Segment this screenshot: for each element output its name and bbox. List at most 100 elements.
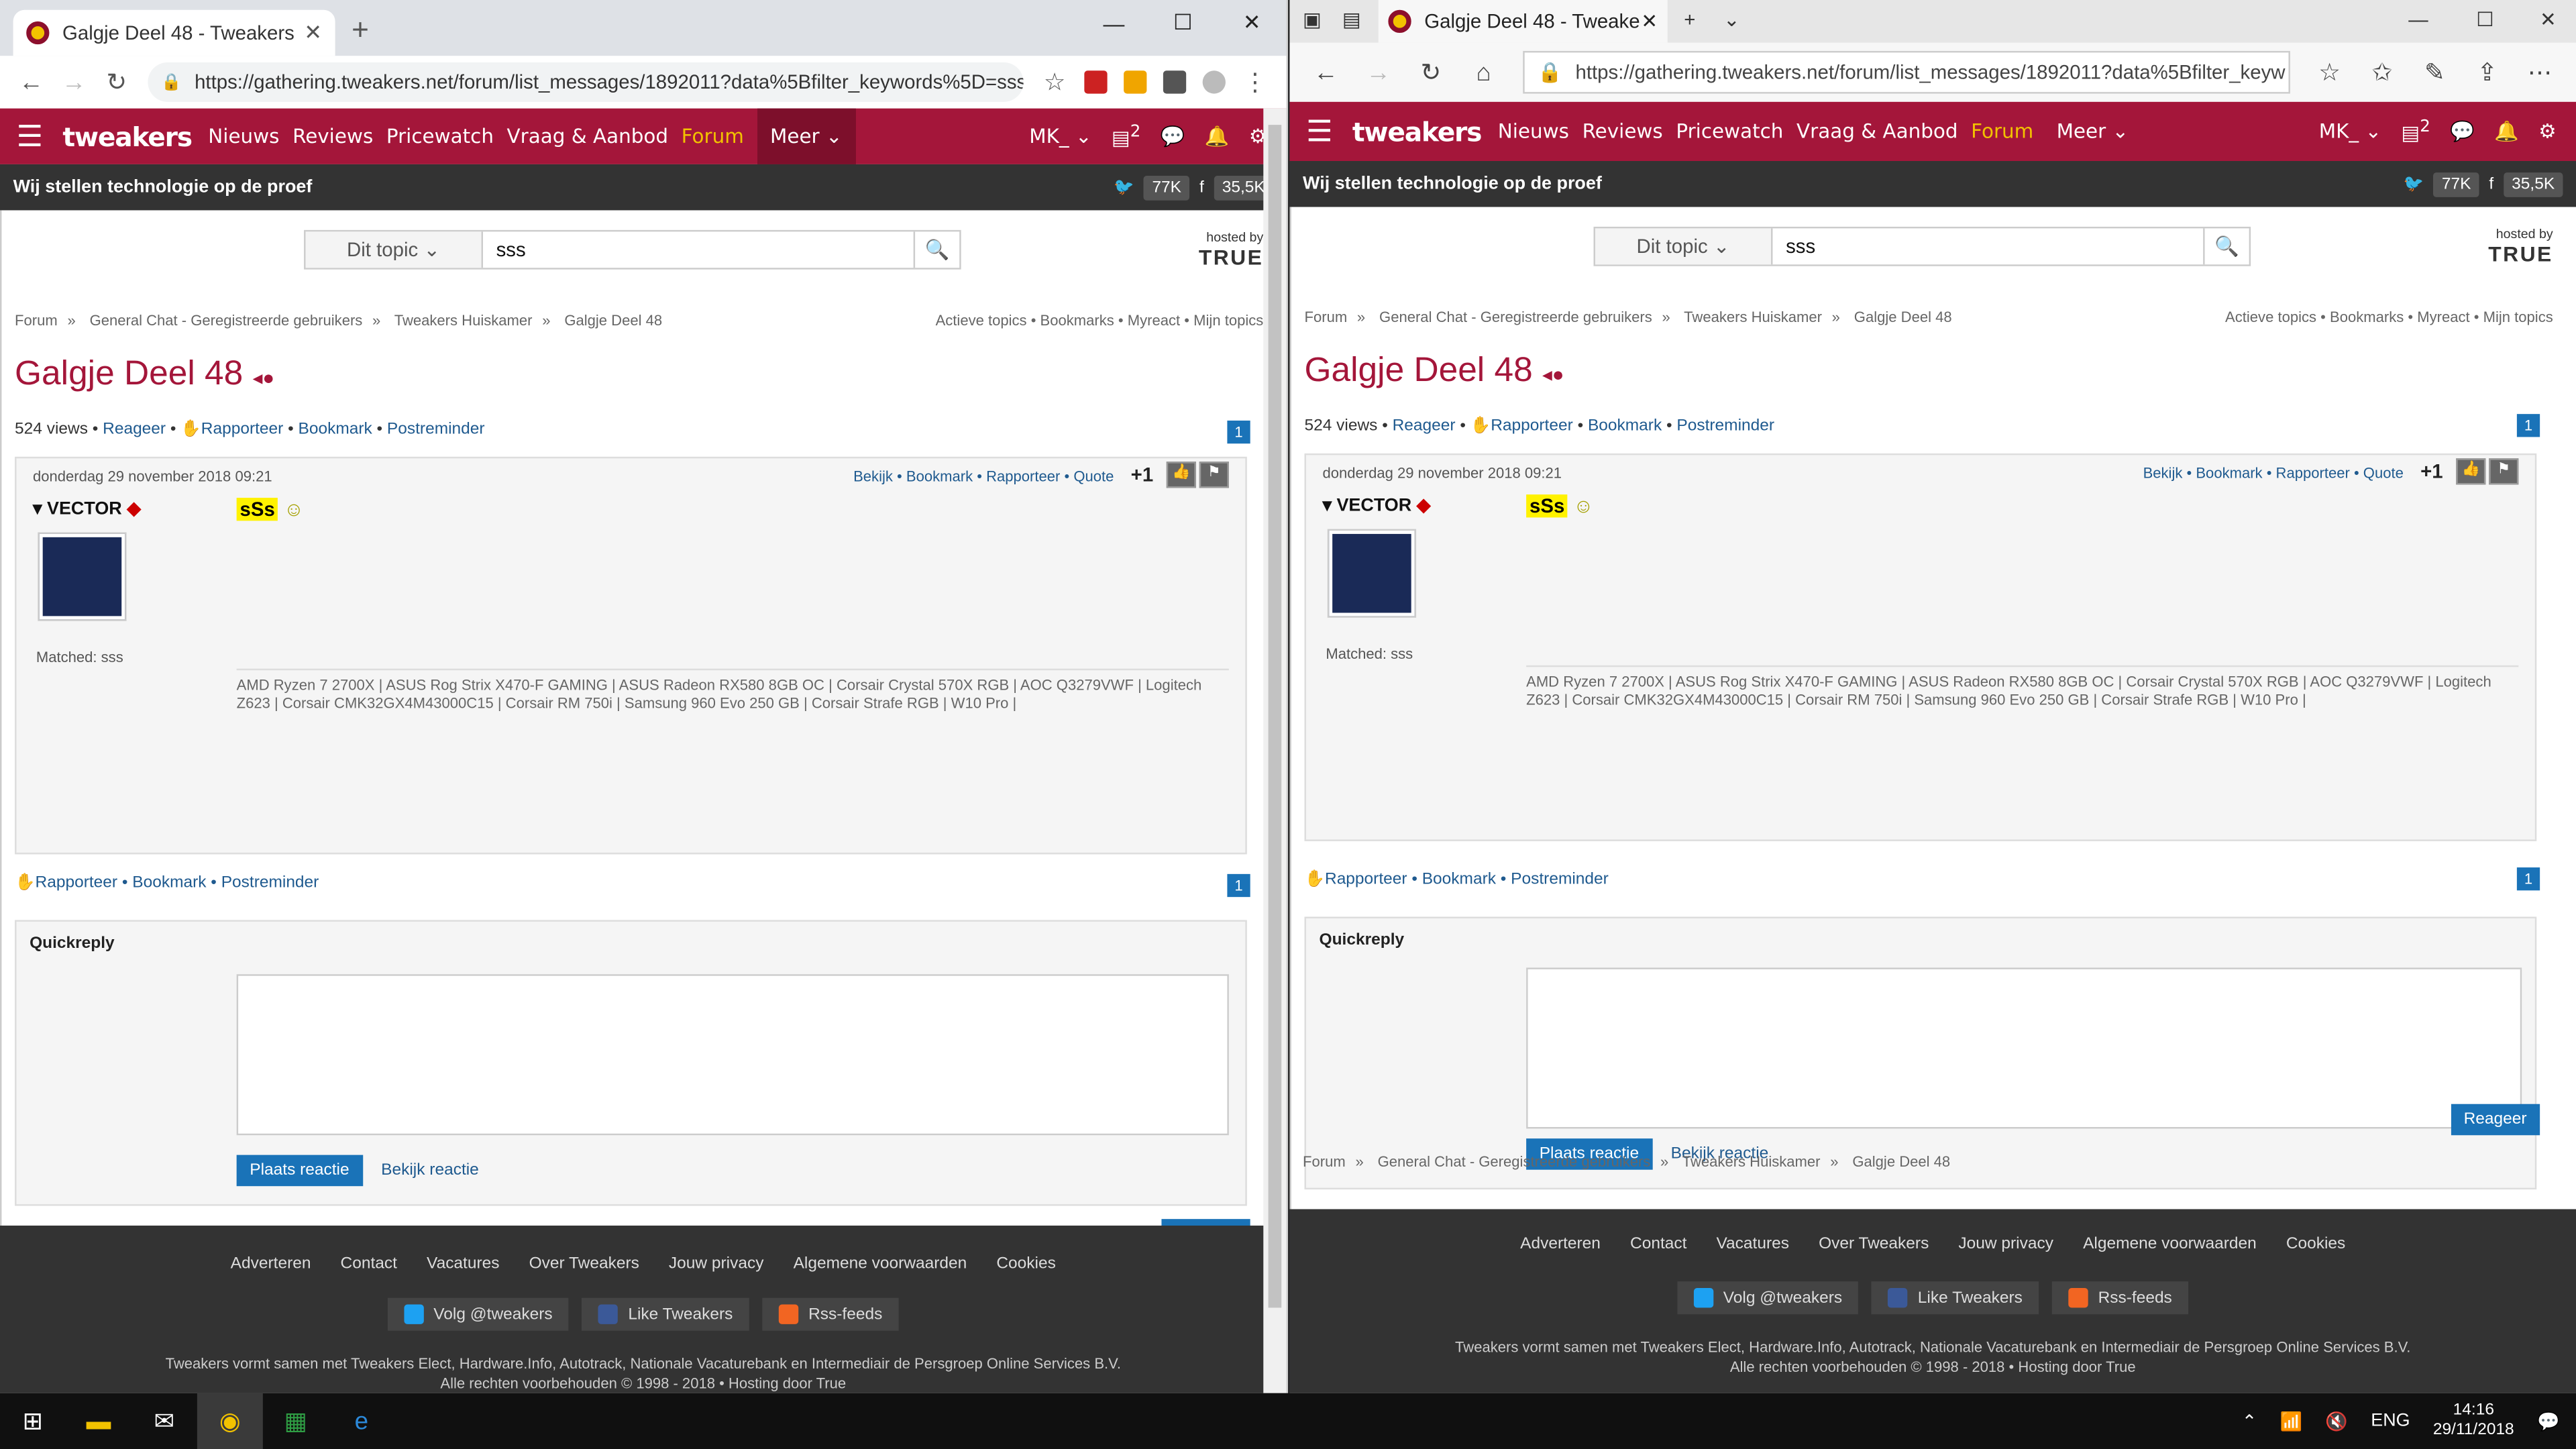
nav-reviews[interactable]: Reviews: [292, 125, 373, 148]
extension-icon[interactable]: [1124, 70, 1147, 94]
crumb-general-chat[interactable]: General Chat - Geregistreerde gebruikers: [90, 312, 363, 328]
rapporteer-bottom[interactable]: ✋Rapporteer: [15, 874, 117, 892]
plaats-reactie-button[interactable]: Plaats reactie: [236, 1155, 363, 1187]
address-bar[interactable]: 🔒 https://gathering.tweakers.net/forum/l…: [148, 62, 1024, 102]
crumb-huiskamer[interactable]: Tweakers Huiskamer: [1684, 309, 1822, 325]
close-icon[interactable]: ✕: [2540, 8, 2557, 31]
postreminder-link[interactable]: Postreminder: [1676, 417, 1774, 435]
bekijk-link[interactable]: Bekijk: [2143, 465, 2183, 481]
forward-icon[interactable]: →: [1352, 58, 1405, 87]
actieve-topics-link[interactable]: Actieve topics: [936, 312, 1027, 328]
footer-link[interactable]: Cookies: [996, 1255, 1056, 1273]
minimize-icon[interactable]: —: [1079, 0, 1148, 46]
reply-textarea[interactable]: [236, 974, 1229, 1136]
tab-actions-icon[interactable]: ▣: [1303, 8, 1322, 31]
hub-icon[interactable]: ✩: [2356, 58, 2408, 87]
new-tab-icon[interactable]: +: [352, 13, 369, 48]
bookmark-bottom[interactable]: Bookmark: [132, 874, 206, 892]
myreact-link[interactable]: Myreact: [1128, 312, 1180, 328]
chat-icon[interactable]: 💬: [2450, 120, 2475, 143]
facebook-like-button[interactable]: Like Tweakers: [582, 1297, 749, 1331]
avatar[interactable]: [1329, 531, 1415, 616]
facebook-icon[interactable]: f: [1199, 178, 1204, 197]
footer-link[interactable]: Contact: [341, 1255, 397, 1273]
twitter-follow-button[interactable]: Volg @tweakers: [1677, 1281, 1859, 1315]
forward-icon[interactable]: →: [52, 68, 95, 97]
mijn-topics-link[interactable]: Mijn topics: [2483, 309, 2553, 325]
edge-icon[interactable]: e: [329, 1393, 394, 1449]
twitter-follow-button[interactable]: Volg @tweakers: [387, 1297, 570, 1331]
footer-link[interactable]: Contact: [1630, 1236, 1686, 1254]
crumb-general-chat[interactable]: General Chat - Geregistreerde gebruikers: [1378, 1153, 1651, 1169]
search-input[interactable]: sss: [1772, 228, 2203, 264]
crumb-huiskamer[interactable]: Tweakers Huiskamer: [1682, 1153, 1821, 1169]
footer-link[interactable]: Vacatures: [427, 1255, 499, 1273]
reageer-link[interactable]: Reageer: [1393, 417, 1456, 435]
reageer-link[interactable]: Reageer: [103, 421, 166, 439]
reload-icon[interactable]: ↻: [95, 67, 138, 97]
crumb-topic[interactable]: Galgje Deel 48: [1852, 1153, 1950, 1169]
bookmarks-link[interactable]: Bookmarks: [2330, 309, 2404, 325]
nav-forum[interactable]: Forum: [682, 125, 744, 148]
spreadsheet-app-icon[interactable]: ▦: [263, 1393, 329, 1449]
nav-meer[interactable]: Meer ⌄: [2047, 120, 2139, 143]
start-icon[interactable]: ⊞: [0, 1393, 66, 1449]
actieve-topics-link[interactable]: Actieve topics: [2225, 309, 2316, 325]
notes-icon[interactable]: ▤2: [2401, 118, 2430, 144]
file-explorer-icon[interactable]: ▬: [66, 1393, 131, 1449]
favorites-icon[interactable]: ☆: [2303, 58, 2355, 87]
maximize-icon[interactable]: ☐: [2476, 8, 2493, 31]
crumb-forum[interactable]: Forum: [1305, 309, 1348, 325]
menu-icon[interactable]: ⋮: [1234, 67, 1277, 97]
post-author[interactable]: ▾ VECTOR ◆: [1322, 494, 1430, 516]
search-input[interactable]: sss: [483, 231, 914, 268]
site-logo[interactable]: tweakers: [62, 121, 193, 152]
profile-icon[interactable]: [1202, 70, 1226, 94]
quote-link[interactable]: Quote: [1073, 468, 1114, 484]
mail-app-icon[interactable]: ✉: [131, 1393, 197, 1449]
footer-link[interactable]: Jouw privacy: [1958, 1236, 2053, 1254]
postreminder-link[interactable]: Postreminder: [387, 421, 485, 439]
crumb-huiskamer[interactable]: Tweakers Huiskamer: [394, 312, 533, 328]
close-icon[interactable]: ✕: [1218, 0, 1287, 46]
page-number[interactable]: 1: [2516, 414, 2540, 437]
home-icon[interactable]: ⌂: [1457, 58, 1509, 87]
bekijk-link[interactable]: Bekijk: [853, 468, 893, 484]
bell-icon[interactable]: 🔔: [2494, 120, 2519, 143]
new-tab-icon[interactable]: +: [1684, 8, 1695, 31]
bookmarks-link[interactable]: Bookmarks: [1040, 312, 1114, 328]
reageer-button[interactable]: Reageer: [2451, 1104, 2540, 1136]
flag-icon[interactable]: ⚑: [2489, 458, 2519, 485]
flag-icon[interactable]: ⚑: [1199, 462, 1229, 488]
maximize-icon[interactable]: ☐: [1148, 0, 1218, 46]
browser-tab[interactable]: Galgje Deel 48 - Tweake ✕: [1378, 0, 1668, 43]
bekijk-reactie-link[interactable]: Bekijk reactie: [381, 1161, 479, 1179]
nav-meer[interactable]: Meer ⌄: [757, 108, 856, 164]
nav-pricewatch[interactable]: Pricewatch: [1676, 120, 1783, 143]
postreminder-bottom[interactable]: Postreminder: [221, 874, 319, 892]
search-scope-select[interactable]: Dit topic ⌄: [1595, 228, 1773, 265]
language-indicator[interactable]: ENG: [2371, 1411, 2410, 1431]
post-rapporteer-link[interactable]: Rapporteer: [2276, 465, 2350, 481]
rapporteer-link[interactable]: ✋Rapporteer: [1470, 417, 1573, 435]
crumb-topic[interactable]: Galgje Deel 48: [564, 312, 662, 328]
rss-button[interactable]: Rss-feeds: [2051, 1281, 2189, 1315]
notes-icon[interactable]: ▤2: [1112, 123, 1140, 150]
bookmark-link[interactable]: Bookmark: [1588, 417, 1662, 435]
page-number-bottom[interactable]: 1: [1227, 873, 1250, 898]
thumbs-up-icon[interactable]: 👍: [1166, 462, 1196, 488]
address-bar[interactable]: 🔒 https://gathering.tweakers.net/forum/l…: [1523, 50, 2290, 94]
post-bookmark-link[interactable]: Bookmark: [906, 468, 973, 484]
crumb-general-chat[interactable]: General Chat - Geregistreerde gebruikers: [1379, 309, 1652, 325]
clock[interactable]: 14:16 29/11/2018: [2433, 1401, 2514, 1441]
footer-link[interactable]: Over Tweakers: [529, 1255, 639, 1273]
back-icon[interactable]: ←: [10, 68, 53, 97]
set-aside-icon[interactable]: ▤: [1342, 8, 1361, 31]
search-icon[interactable]: 🔍: [2203, 228, 2249, 265]
nav-vraag-aanbod[interactable]: Vraag & Aanbod: [507, 125, 668, 148]
quote-link[interactable]: Quote: [2363, 465, 2404, 481]
share-icon[interactable]: ⇪: [2461, 58, 2514, 87]
settings-icon[interactable]: ⚙: [2538, 120, 2556, 143]
more-icon[interactable]: ⋯: [2514, 58, 2566, 87]
nav-pricewatch[interactable]: Pricewatch: [386, 125, 494, 148]
